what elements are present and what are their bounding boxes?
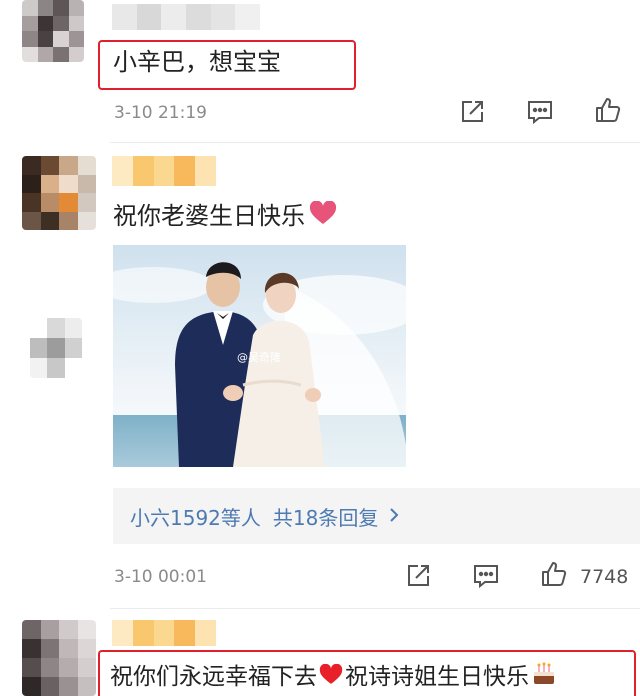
avatar[interactable] (22, 156, 96, 230)
reply-count[interactable]: 共18条回复 (273, 502, 378, 531)
username-blurred[interactable] (112, 4, 260, 30)
share-icon[interactable] (458, 98, 486, 126)
highlight-box (98, 650, 636, 696)
avatar[interactable] (22, 0, 84, 62)
thumbs-up-icon[interactable] (540, 560, 568, 588)
comment-photo[interactable]: @吴奇隆 (113, 245, 406, 467)
comment-icon[interactable] (526, 98, 554, 126)
reply-names[interactable]: 小六1592等人 (130, 502, 261, 531)
highlight-box (98, 40, 356, 90)
comment-text: 祝你老婆生日快乐 (113, 200, 337, 233)
avatar[interactable] (22, 620, 96, 696)
avatar[interactable] (30, 318, 82, 378)
comment-icon[interactable] (472, 562, 500, 590)
thumbs-up-icon[interactable] (594, 96, 622, 124)
comment-time: 3-10 21:19 (114, 103, 207, 123)
username-blurred[interactable] (112, 620, 216, 646)
share-icon[interactable] (404, 562, 432, 590)
divider (110, 608, 640, 609)
like-count: 7748 (580, 566, 629, 588)
comment-time: 3-10 00:01 (114, 567, 207, 587)
chevron-right-icon (388, 504, 400, 528)
reply-summary-bar[interactable]: 小六1592等人 共18条回复 (113, 488, 640, 544)
username-blurred[interactable] (112, 156, 216, 186)
comment-text-content: 祝你老婆生日快乐 (113, 202, 305, 230)
photo-watermark: @吴奇隆 (237, 350, 281, 364)
heart-icon (309, 200, 337, 233)
divider (110, 142, 640, 143)
